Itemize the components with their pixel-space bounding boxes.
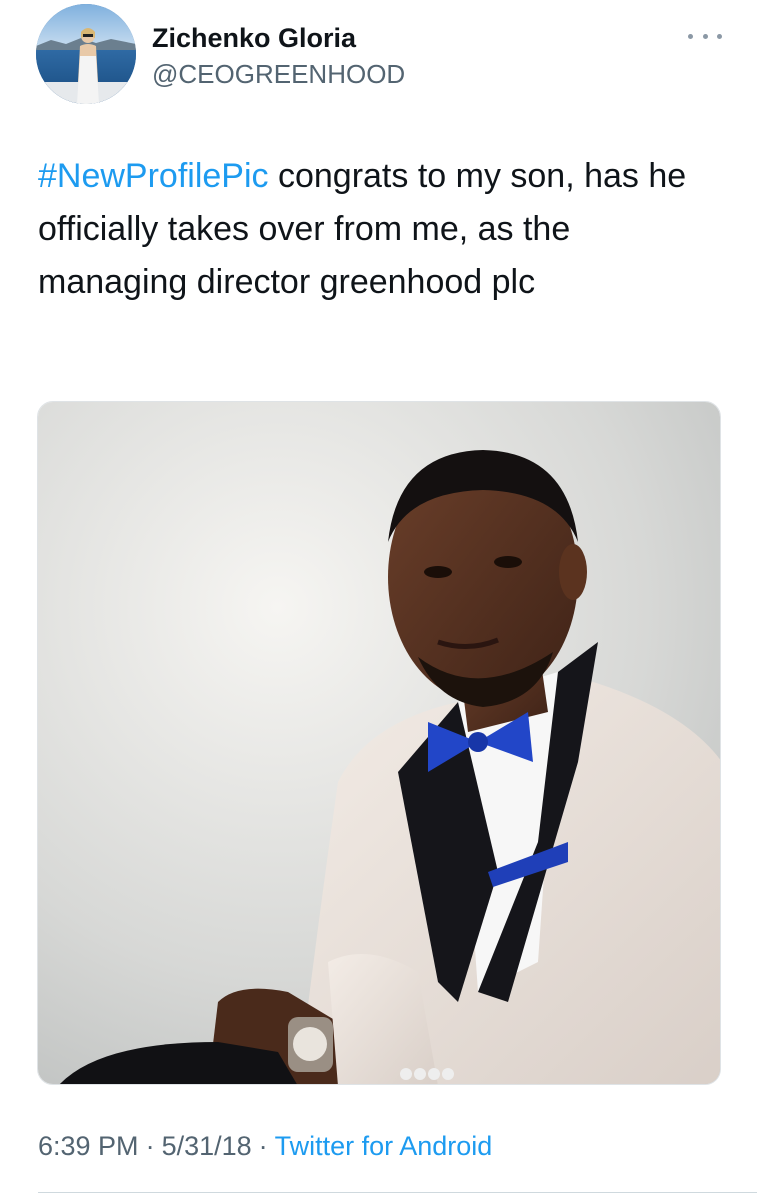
hashtag-link[interactable]: #NewProfilePic <box>38 157 269 195</box>
tweet-date[interactable]: 5/31/18 <box>162 1131 252 1161</box>
tweet: Zichenko Gloria @CEOGREENHOOD #NewProfil… <box>0 0 757 1200</box>
meta-separator: · <box>258 1131 268 1161</box>
more-options-icon[interactable] <box>688 26 722 46</box>
tweet-text: #NewProfilePic congrats to my son, has h… <box>38 150 728 309</box>
more-dot <box>688 33 693 39</box>
more-dot <box>702 33 708 39</box>
tweet-source-link[interactable]: Twitter for Android <box>275 1131 493 1161</box>
author-handle[interactable]: @CEOGREENHOOD <box>152 58 405 90</box>
portrait-photo <box>38 402 720 1084</box>
author-avatar[interactable] <box>36 4 136 104</box>
tweet-time[interactable]: 6:39 PM <box>38 1131 139 1161</box>
divider <box>38 1192 757 1193</box>
tweet-meta: 6:39 PM · 5/31/18 · Twitter for Android <box>38 1128 492 1164</box>
author-name[interactable]: Zichenko Gloria <box>152 22 356 54</box>
more-dot <box>717 33 722 39</box>
avatar-photo <box>36 4 136 104</box>
meta-separator: · <box>145 1131 155 1161</box>
tweet-photo[interactable] <box>37 401 721 1085</box>
